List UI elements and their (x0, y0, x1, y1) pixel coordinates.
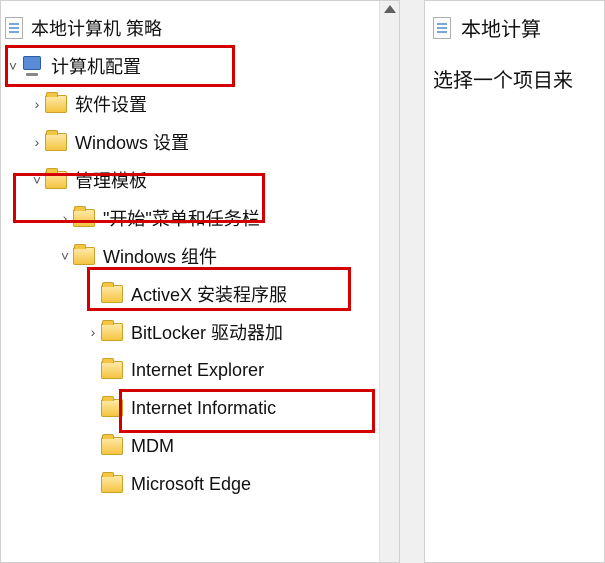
tree-item-label: ActiveX 安装程序服 (131, 281, 287, 307)
tree-item-label: Internet Explorer (131, 360, 264, 381)
folder-icon (101, 437, 123, 455)
tree-item-microsoft-edge[interactable]: Microsoft Edge (1, 465, 399, 503)
tree-item-label: "开始"菜单和任务栏 (103, 205, 260, 231)
tree-item-label: 计算机配置 (51, 53, 141, 79)
folder-icon (73, 209, 95, 227)
tree-item-label: 本地计算机 策略 (31, 15, 162, 41)
folder-icon (45, 95, 67, 113)
tree-item-admin-templates[interactable]: ˅ 管理模板 (1, 161, 399, 199)
folder-icon (73, 247, 95, 265)
detail-hint-text: 选择一个项目来 (433, 64, 596, 93)
tree-item-label: Microsoft Edge (131, 474, 251, 495)
chevron-down-icon[interactable]: ˅ (5, 58, 21, 74)
tree-item-windows-settings[interactable]: › Windows 设置 (1, 123, 399, 161)
chevron-right-icon[interactable]: › (57, 210, 73, 226)
chevron-right-icon[interactable]: › (29, 134, 45, 150)
tree-item-mdm[interactable]: MDM (1, 427, 399, 465)
tree-item-label: 软件设置 (75, 91, 147, 117)
tree-item-activex[interactable]: ActiveX 安装程序服 (1, 275, 399, 313)
detail-panel: 本地计算 选择一个项目来 (424, 0, 605, 563)
tree-item-iis[interactable]: Internet Informatic (1, 389, 399, 427)
folder-icon (101, 285, 123, 303)
tree-item-label: BitLocker 驱动器加 (131, 319, 283, 345)
chevron-down-icon[interactable]: ˅ (29, 172, 45, 188)
folder-icon (45, 133, 67, 151)
folder-icon (101, 475, 123, 493)
tree-panel: 本地计算机 策略 ˅ 计算机配置 › 软件设置 › Windows 设置 ˅ 管… (0, 0, 400, 563)
tree-item-root[interactable]: 本地计算机 策略 (1, 9, 399, 47)
detail-title: 本地计算 (461, 13, 541, 42)
tree-item-software-settings[interactable]: › 软件设置 (1, 85, 399, 123)
tree-item-label: Windows 组件 (103, 243, 217, 269)
tree-item-bitlocker[interactable]: › BitLocker 驱动器加 (1, 313, 399, 351)
tree-item-label: Windows 设置 (75, 129, 189, 155)
policy-doc-icon (5, 17, 23, 39)
folder-icon (45, 171, 67, 189)
scroll-up-icon[interactable] (384, 5, 396, 13)
tree-item-windows-components[interactable]: ˅ Windows 组件 (1, 237, 399, 275)
panel-gap (400, 0, 424, 563)
folder-icon (101, 399, 123, 417)
tree-item-label: Internet Informatic (131, 398, 276, 419)
tree-item-label: 管理模板 (75, 167, 147, 193)
detail-header: 本地计算 (433, 13, 596, 42)
scrollbar-vertical[interactable] (379, 1, 399, 562)
folder-icon (101, 361, 123, 379)
chevron-right-icon[interactable]: › (85, 324, 101, 340)
policy-doc-icon (433, 17, 451, 39)
policy-tree: 本地计算机 策略 ˅ 计算机配置 › 软件设置 › Windows 设置 ˅ 管… (1, 1, 399, 503)
folder-icon (101, 323, 123, 341)
computer-icon (21, 56, 43, 76)
tree-item-internet-explorer[interactable]: Internet Explorer (1, 351, 399, 389)
chevron-down-icon[interactable]: ˅ (57, 248, 73, 264)
tree-item-start-menu-taskbar[interactable]: › "开始"菜单和任务栏 (1, 199, 399, 237)
chevron-right-icon[interactable]: › (29, 96, 45, 112)
tree-item-label: MDM (131, 436, 174, 457)
tree-item-computer-config[interactable]: ˅ 计算机配置 (1, 47, 399, 85)
